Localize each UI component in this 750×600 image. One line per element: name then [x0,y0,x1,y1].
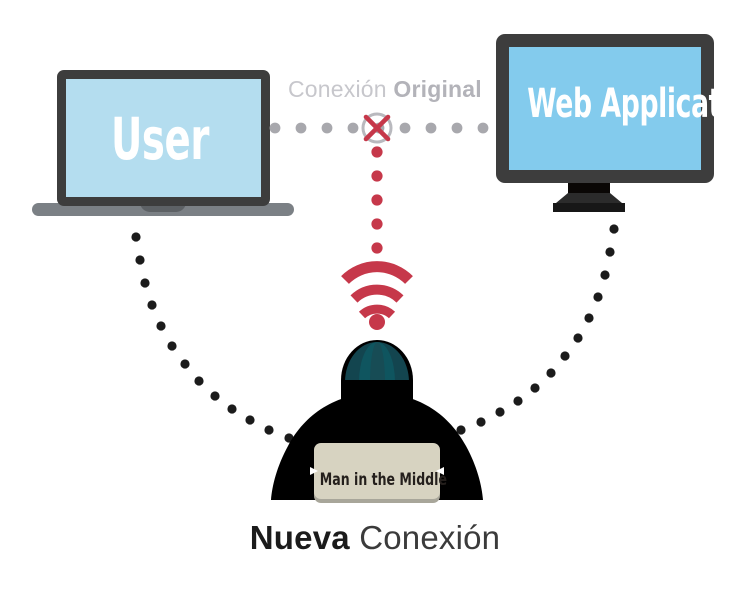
new-connection-dots-right [436,224,619,442]
webapp-screen-label: Web Application [527,81,750,127]
diagram-canvas: User Web Application Conexión Original M… [0,0,750,600]
new-connection-dots-left [131,232,314,450]
new-label-plain: Conexión [349,519,501,556]
x-mark-icon [363,114,391,142]
original-label-bold: Original [393,76,482,102]
original-label-plain: Conexión [288,76,394,102]
new-connection-label: Nueva Conexión [0,519,750,557]
new-label-bold: Nueva [249,519,350,556]
original-connection-label: Conexión Original [288,76,482,103]
intercept-connection-dots [371,146,383,254]
attacker-laptop-label: Man in the Middle [319,470,447,490]
wifi-icon [341,261,413,330]
connection-blocked-marker [361,112,393,144]
user-screen-label: User [110,105,210,173]
